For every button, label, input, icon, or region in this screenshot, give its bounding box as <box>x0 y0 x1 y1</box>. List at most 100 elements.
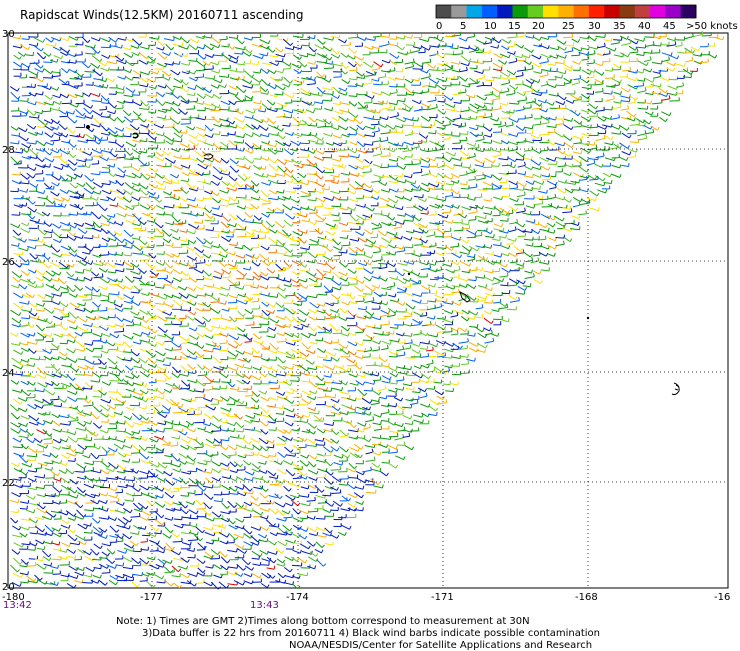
wind-barb <box>76 116 85 118</box>
wind-barb-feather <box>258 263 260 266</box>
wind-barb <box>524 127 532 129</box>
wind-barb-feather <box>322 100 323 103</box>
wind-barb <box>302 45 309 46</box>
wind-barb <box>166 44 172 50</box>
wind-barb <box>354 278 363 283</box>
wind-barb-feather <box>500 152 501 155</box>
wind-barb-feather <box>507 102 508 105</box>
wind-barb-feather <box>236 188 237 191</box>
wind-barb-feather <box>139 168 141 171</box>
wind-barb-feather <box>438 184 439 187</box>
wind-barb <box>300 285 306 289</box>
wind-barb <box>157 262 164 265</box>
wind-barb <box>236 255 244 258</box>
wind-barb <box>595 63 602 66</box>
wind-barb <box>59 262 67 268</box>
wind-barb-feather <box>213 54 214 57</box>
wind-barb <box>378 124 385 128</box>
wind-barb <box>571 190 580 191</box>
wind-barb <box>339 262 345 267</box>
wind-barb-feather <box>507 76 508 80</box>
wind-barb-feather <box>181 166 182 169</box>
wind-barb <box>51 246 58 253</box>
wind-barb-feather <box>235 264 236 267</box>
wind-barb-feather <box>401 224 402 227</box>
wind-barb-feather <box>514 90 515 94</box>
wind-barb-feather <box>541 70 542 73</box>
wind-barb <box>43 52 49 56</box>
wind-barb <box>211 37 218 43</box>
wind-barb <box>51 279 58 281</box>
wind-barb-feather <box>19 56 21 59</box>
wind-barb-feather <box>185 112 187 115</box>
wind-barb <box>331 215 338 216</box>
wind-barb <box>459 77 465 82</box>
wind-barb-feather <box>245 178 247 181</box>
wind-barb <box>333 87 338 92</box>
wind-barb <box>556 222 565 227</box>
wind-barb <box>365 126 374 129</box>
wind-barb <box>611 85 620 86</box>
wind-barb-feather <box>491 134 492 137</box>
wind-barb-feather <box>459 266 460 269</box>
wind-barb <box>549 188 556 190</box>
wind-barb-feather <box>401 236 402 239</box>
wind-barb-feather <box>327 244 328 247</box>
wind-barb-feather <box>449 159 451 162</box>
wind-barb-feather <box>18 161 20 164</box>
wind-barb-feather <box>666 119 668 122</box>
wind-barb-feather <box>525 162 526 165</box>
wind-barb-feather <box>393 217 395 220</box>
wind-barb <box>317 263 326 265</box>
wind-barb <box>174 53 182 57</box>
wind-barb <box>420 239 426 243</box>
wind-barb <box>388 77 396 80</box>
wind-barb-feather <box>524 93 525 96</box>
wind-barb <box>460 47 469 49</box>
wind-barb <box>412 100 420 103</box>
wind-barb <box>493 245 501 246</box>
wind-barb <box>260 135 268 137</box>
wind-barb <box>101 55 108 59</box>
wind-barb <box>645 93 653 95</box>
wind-barb <box>245 96 251 100</box>
wind-barb-feather <box>637 41 639 44</box>
wind-barb <box>182 72 189 74</box>
wind-barb-feather <box>539 162 541 165</box>
wind-barb <box>115 108 123 109</box>
wind-barb <box>460 184 467 185</box>
wind-barb <box>332 117 339 121</box>
wind-barb-feather <box>628 54 630 57</box>
wind-barb <box>187 168 193 173</box>
wind-barb-feather <box>453 166 455 169</box>
wind-barb <box>179 263 187 266</box>
wind-barb-feather <box>346 127 348 130</box>
wind-barb <box>339 39 345 43</box>
wind-barb <box>107 111 114 113</box>
wind-barb <box>613 107 621 108</box>
wind-barb <box>324 208 333 209</box>
wind-barb-feather <box>441 38 443 41</box>
wind-barb-feather <box>460 255 462 258</box>
wind-barb-feather <box>106 286 107 289</box>
wind-barb <box>98 140 107 141</box>
wind-barb <box>93 140 99 144</box>
wind-barb <box>483 142 492 143</box>
wind-barb <box>196 70 205 71</box>
wind-barb <box>405 157 412 158</box>
wind-barb <box>258 238 266 239</box>
wind-barb <box>237 236 246 237</box>
wind-barb-feather <box>332 107 333 110</box>
wind-barb-feather <box>395 67 396 70</box>
wind-barb <box>502 39 510 43</box>
wind-barb <box>475 160 484 164</box>
wind-barb <box>388 181 397 183</box>
wind-barb-feather <box>469 251 470 254</box>
wind-barb <box>173 207 181 208</box>
wind-barb <box>212 208 219 210</box>
wind-barb <box>597 190 605 193</box>
wind-barb-feather <box>154 60 155 63</box>
wind-barb <box>50 127 57 130</box>
wind-barb-feather <box>338 90 340 93</box>
wind-barb <box>506 94 515 96</box>
